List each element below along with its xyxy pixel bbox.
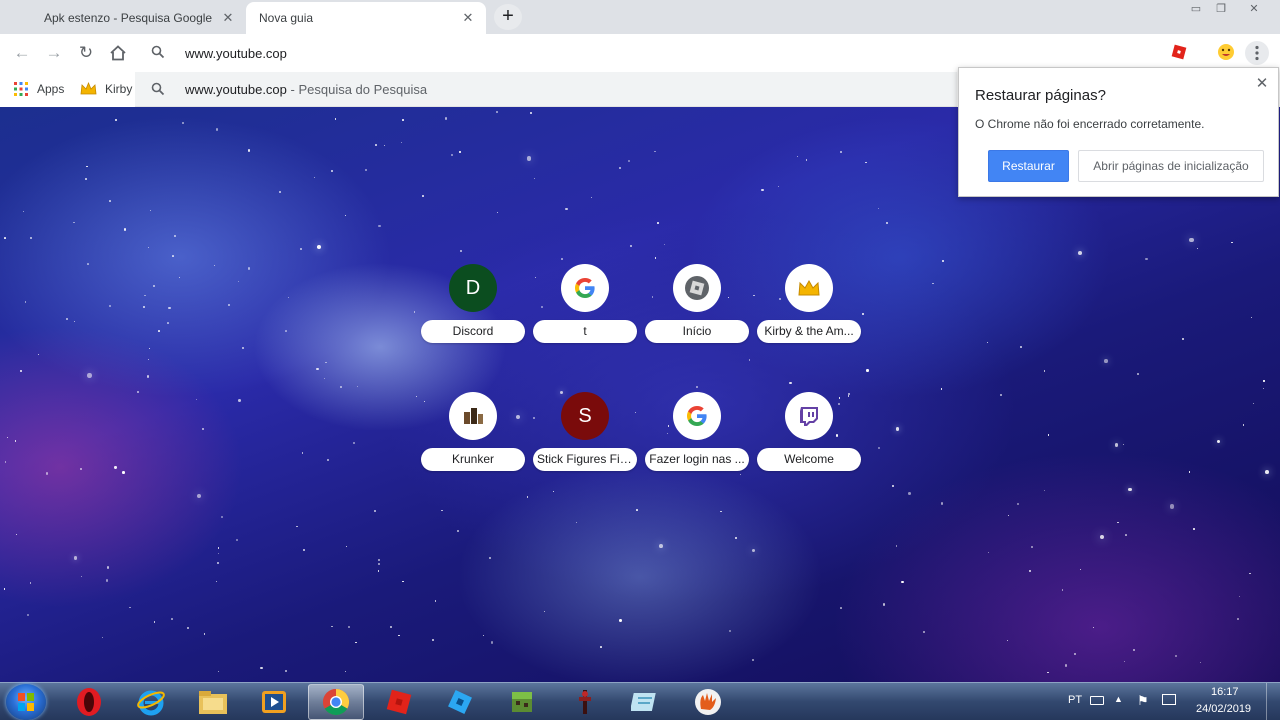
action-center-flag-icon[interactable]: ⚑ bbox=[1137, 693, 1149, 709]
minecraft-icon[interactable] bbox=[494, 684, 550, 720]
tab-title: Apk estenzo - Pesquisa Google bbox=[44, 11, 213, 25]
google-icon bbox=[561, 264, 609, 312]
close-window-icon[interactable]: ✕ bbox=[1236, 0, 1272, 18]
tile-label: Krunker bbox=[421, 448, 525, 471]
language-indicator[interactable]: PT bbox=[1068, 694, 1082, 706]
minimize-icon[interactable]: ▭ bbox=[1183, 0, 1209, 18]
clock-time[interactable]: 16:17 bbox=[1211, 686, 1239, 698]
tab-google-search[interactable]: Apk estenzo - Pesquisa Google ✕ bbox=[8, 2, 246, 34]
omnibox[interactable] bbox=[135, 36, 1161, 70]
omnibox-suggestion[interactable]: www.youtube.cop - Pesquisa do Pesquisa bbox=[135, 72, 957, 107]
bookmark-kirby[interactable]: Kirby bbox=[80, 77, 132, 101]
media-player-icon[interactable] bbox=[246, 684, 302, 720]
most-visited-tile[interactable]: Kirby & the Am... bbox=[757, 264, 869, 364]
bookmark-apps[interactable]: Apps bbox=[13, 77, 64, 101]
close-tab-icon[interactable]: ✕ bbox=[220, 10, 236, 26]
most-visited-tile[interactable]: S Stick Figures Fig... bbox=[533, 392, 645, 492]
reload-icon[interactable]: ↻ bbox=[73, 40, 99, 66]
network-icon[interactable] bbox=[1162, 694, 1176, 705]
tile-label: Fazer login nas ... bbox=[645, 448, 749, 471]
most-visited-tile[interactable]: Fazer login nas ... bbox=[645, 392, 757, 492]
opera-icon[interactable] bbox=[61, 684, 117, 720]
address-bar-input[interactable] bbox=[185, 44, 1085, 62]
notepad-icon[interactable] bbox=[618, 684, 674, 720]
most-visited-tile[interactable]: D Discord bbox=[421, 264, 533, 364]
restore-window-icon[interactable]: ❐ bbox=[1208, 0, 1234, 18]
show-hidden-icons-icon[interactable]: ▲ bbox=[1114, 694, 1123, 704]
search-icon bbox=[151, 82, 165, 96]
most-visited-tile[interactable]: Welcome bbox=[757, 392, 869, 492]
extension-roblox-icon[interactable] bbox=[1170, 43, 1188, 61]
most-visited-tile[interactable]: Início bbox=[645, 264, 757, 364]
site-letter-icon: S bbox=[561, 392, 609, 440]
most-visited-tile[interactable]: Krunker bbox=[421, 392, 533, 492]
tile-label: Kirby & the Am... bbox=[757, 320, 861, 343]
tile-label: Welcome bbox=[757, 448, 861, 471]
new-tab-button[interactable]: + bbox=[494, 4, 522, 30]
bookmark-label: Apps bbox=[37, 82, 65, 96]
krunker-icon bbox=[449, 392, 497, 440]
restore-pages-dialog: Restaurar páginas? ✕ O Chrome não foi en… bbox=[958, 67, 1279, 197]
site-letter-icon: D bbox=[449, 264, 497, 312]
home-icon[interactable] bbox=[105, 40, 131, 66]
open-startup-pages-button[interactable]: Abrir páginas de inicialização bbox=[1078, 150, 1264, 182]
keyboard-icon[interactable] bbox=[1090, 696, 1104, 705]
windows-taskbar: PT ▲ ⚑ 16:17 24/02/2019 bbox=[0, 682, 1280, 720]
roblox-icon[interactable] bbox=[371, 684, 427, 720]
most-visited-tile[interactable]: t bbox=[533, 264, 645, 364]
extension-emoji-icon[interactable] bbox=[1217, 43, 1235, 61]
google-icon bbox=[673, 392, 721, 440]
glove-icon[interactable] bbox=[680, 684, 736, 720]
crown-icon bbox=[785, 264, 833, 312]
back-arrow-icon[interactable]: ← bbox=[9, 40, 35, 66]
close-icon[interactable]: ✕ bbox=[1254, 76, 1270, 92]
close-tab-icon[interactable]: ✕ bbox=[460, 10, 476, 26]
roblox-studio-icon[interactable] bbox=[432, 684, 488, 720]
roblox-icon bbox=[673, 264, 721, 312]
forward-arrow-icon[interactable]: → bbox=[41, 40, 67, 66]
crown-icon bbox=[80, 81, 97, 95]
dialog-title: Restaurar páginas? bbox=[975, 87, 1106, 104]
search-icon bbox=[151, 45, 165, 59]
tab-new-tab[interactable]: Nova guia ✕ bbox=[246, 2, 486, 34]
tab-strip: Apk estenzo - Pesquisa Google ✕ Nova gui… bbox=[0, 0, 1280, 34]
tile-label: Início bbox=[645, 320, 749, 343]
file-explorer-icon[interactable] bbox=[185, 684, 241, 720]
tile-label: Discord bbox=[421, 320, 525, 343]
start-button-icon[interactable] bbox=[6, 684, 46, 720]
game-icon[interactable] bbox=[557, 684, 613, 720]
tab-title: Nova guia bbox=[259, 11, 314, 25]
chrome-icon[interactable] bbox=[308, 684, 364, 720]
dialog-message: O Chrome não foi encerrado corretamente. bbox=[975, 117, 1205, 131]
tile-label: t bbox=[533, 320, 637, 343]
bookmark-label: Kirby bbox=[105, 82, 133, 96]
show-desktop-button[interactable] bbox=[1266, 683, 1280, 720]
twitch-icon bbox=[785, 392, 833, 440]
internet-explorer-icon[interactable] bbox=[123, 684, 179, 720]
tile-label: Stick Figures Fig... bbox=[533, 448, 637, 471]
chrome-menu-icon[interactable] bbox=[1244, 40, 1270, 66]
suggestion-text: www.youtube.cop - Pesquisa do Pesquisa bbox=[185, 82, 428, 97]
clock-date[interactable]: 24/02/2019 bbox=[1196, 703, 1251, 715]
apps-grid-icon bbox=[14, 82, 28, 96]
restore-button[interactable]: Restaurar bbox=[988, 150, 1069, 182]
